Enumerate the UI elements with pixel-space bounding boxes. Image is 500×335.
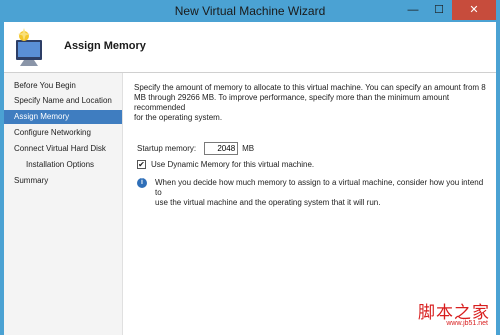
dynamic-memory-label[interactable]: Use Dynamic Memory for this virtual mach… (151, 160, 314, 169)
wizard-header: Assign Memory (4, 22, 496, 73)
info-line: use the virtual machine and the operatin… (155, 198, 381, 207)
dynamic-memory-row: ✔ Use Dynamic Memory for this virtual ma… (137, 160, 314, 169)
sidebar-item-configure-networking[interactable]: Configure Networking (4, 126, 122, 140)
wizard-window: New Virtual Machine Wizard — ☐ ✕ Assign … (0, 0, 500, 335)
memory-info-note: i When you decide how much memory to ass… (137, 178, 487, 208)
sidebar-item-summary[interactable]: Summary (4, 174, 122, 188)
checkmark-icon: ✔ (138, 159, 145, 169)
sidebar-item-connect-virtual-hard-disk[interactable]: Connect Virtual Hard Disk (4, 142, 122, 156)
wizard-steps-sidebar: Before You Begin Specify Name and Locati… (4, 73, 123, 335)
description-line: for the operating system. (134, 113, 223, 122)
page-title: Assign Memory (64, 40, 146, 52)
virtual-machine-monitor-icon (16, 28, 42, 66)
window-controls: — ☐ ✕ (400, 0, 496, 20)
startup-memory-input[interactable] (204, 142, 239, 155)
description-line: Specify the amount of memory to allocate… (134, 83, 486, 92)
assign-memory-panel: Specify the amount of memory to allocate… (134, 83, 486, 207)
startup-memory-unit: MB (242, 144, 255, 153)
description-line: MB through 29266 MB. To improve performa… (134, 93, 450, 112)
startup-memory-row: Startup memory: MB (137, 142, 254, 155)
memory-description: Specify the amount of memory to allocate… (134, 83, 486, 123)
site-watermark: 脚本之家 www.jb51.net (400, 298, 490, 332)
startup-memory-label: Startup memory: (137, 144, 197, 153)
sidebar-item-before-you-begin[interactable]: Before You Begin (4, 79, 122, 93)
sidebar-item-specify-name-and-location[interactable]: Specify Name and Location (4, 94, 122, 108)
title-bar[interactable]: New Virtual Machine Wizard — ☐ ✕ (0, 0, 500, 22)
sidebar-item-installation-options[interactable]: Installation Options (4, 158, 122, 172)
info-icon: i (137, 178, 147, 188)
watermark-url: www.jb51.net (446, 320, 488, 327)
wizard-client-area: Assign Memory Before You Begin Specify N… (4, 22, 496, 335)
info-line: When you decide how much memory to assig… (155, 178, 484, 197)
info-text: When you decide how much memory to assig… (155, 178, 487, 208)
sidebar-item-assign-memory[interactable]: Assign Memory (4, 110, 122, 124)
minimize-button[interactable]: — (400, 0, 426, 20)
dynamic-memory-checkbox[interactable]: ✔ (137, 160, 146, 169)
maximize-button[interactable]: ☐ (426, 0, 452, 20)
close-button[interactable]: ✕ (452, 0, 496, 20)
